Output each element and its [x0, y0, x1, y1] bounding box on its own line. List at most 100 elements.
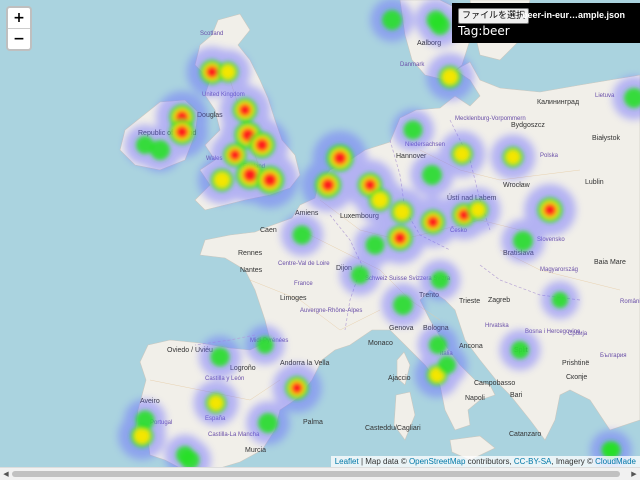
heat-ring-scotland-n [206, 66, 218, 78]
scrollbar-thumb[interactable] [12, 471, 620, 477]
heat-spot-dublin [169, 119, 195, 145]
heat-ring-milan [393, 295, 413, 315]
heat-spot-madrid [205, 392, 227, 414]
ccbysa-link[interactable]: CC-BY-SA [514, 457, 552, 466]
leaflet-link[interactable]: Leaflet [335, 457, 359, 466]
heat-ring-lyon [350, 265, 370, 285]
heat-spot-gothenburg [426, 10, 446, 30]
heat-spot-prague [420, 209, 446, 235]
heat-ring-vienna [470, 202, 486, 218]
heat-ring-dublin [175, 125, 189, 139]
heat-spot-vienna [467, 199, 489, 221]
heat-ring-lisbon [134, 428, 150, 444]
heat-ring-madrid [208, 395, 224, 411]
heat-ring-poznan [454, 146, 470, 162]
heat-ring-amsterdam [333, 151, 347, 165]
heat-ring-naples [437, 355, 457, 375]
heatmap-layer [118, 0, 640, 468]
heat-ring-nuremberg [394, 204, 410, 220]
heat-spot-norway [382, 10, 402, 30]
heat-spot-hamburg [403, 120, 423, 140]
heat-spot-leeds [248, 131, 276, 159]
heat-spot-barcelona [285, 376, 309, 400]
heat-ring-budapest [513, 231, 533, 251]
zoom-in-button[interactable]: + [8, 8, 30, 28]
horizontal-scrollbar[interactable]: ◀ ▶ [0, 467, 640, 480]
osm-link[interactable]: OpenStreetMap [409, 457, 465, 466]
heat-ring-bristol [229, 149, 241, 161]
zoom-control: + − [6, 6, 32, 51]
heat-spot-berlin [422, 165, 442, 185]
heat-spot-zurich [365, 235, 385, 255]
heat-spot-naples [437, 355, 457, 375]
heat-spot-london [256, 166, 284, 194]
heat-spot-lyon [350, 265, 370, 285]
heat-ring-cologne [364, 179, 376, 191]
scroll-right-icon[interactable]: ▶ [629, 470, 639, 478]
heat-spot-milan [393, 295, 413, 315]
heat-spot-bristol [223, 143, 247, 167]
heat-spot-ljubljana [430, 270, 450, 290]
heat-ring-gothenburg [426, 10, 446, 30]
cloudmade-link[interactable]: CloudMade [595, 457, 636, 466]
heat-spot-warsaw [502, 146, 524, 168]
heat-spot-bilbao [210, 347, 230, 367]
heat-ring-frankfurt [372, 192, 388, 208]
choose-file-button[interactable]: ファイルを選択 [458, 8, 530, 24]
heat-ring-bilbao [210, 347, 230, 367]
heat-ring-warsaw [505, 149, 521, 165]
heat-spot-cardiff [210, 168, 234, 192]
selected-file-name: beer-in-eur…ample.json [522, 10, 626, 20]
heat-ring-split-h [510, 340, 530, 360]
heat-spot-paris [292, 225, 312, 245]
heat-ring-norway [382, 10, 402, 30]
heat-ring-london [263, 173, 277, 187]
heat-ring-bordeaux [256, 336, 274, 354]
heat-spot-copenhagen [438, 65, 462, 89]
heat-ring-florence [428, 335, 448, 355]
attribution-text-3: , Imagery © [551, 457, 596, 466]
heat-ring-valencia [258, 413, 278, 433]
heat-spot-nuremberg [390, 200, 414, 224]
heat-spot-split-h [510, 340, 530, 360]
heat-ring-highlands [220, 64, 236, 80]
tag-label: Tag:beer [458, 24, 510, 38]
heat-spot-munich [387, 225, 413, 251]
heat-ring-berlin [422, 165, 442, 185]
heat-spot-florence [428, 335, 448, 355]
scroll-left-icon[interactable]: ◀ [1, 470, 11, 478]
heat-ring-barcelona [291, 382, 303, 394]
heat-ring-glasgow [239, 104, 251, 116]
attribution-text: | Map data © [358, 457, 409, 466]
heat-ring-copenhagen [442, 69, 458, 85]
heat-spot-valencia [258, 413, 278, 433]
heat-ring-krakow [543, 203, 557, 217]
heat-ring-cork [135, 135, 155, 155]
heat-ring-brussels [321, 178, 335, 192]
heat-spot-amsterdam [326, 144, 354, 172]
heat-spot-frankfurt [368, 188, 392, 212]
heat-ring-prague [427, 216, 439, 228]
heat-spot-poznan [451, 143, 473, 165]
heat-ring-hamburg [403, 120, 423, 140]
heat-spot-belgrade [551, 291, 569, 309]
map-view[interactable]: AalborgDouglasHannoverBydgoszczBiałystok… [0, 0, 640, 468]
heat-spot-gran-sw [175, 445, 195, 465]
heat-spot-porto [135, 410, 155, 430]
heat-ring-belgrade [551, 291, 569, 309]
zoom-out-button[interactable]: − [8, 28, 30, 49]
heat-spot-bordeaux [256, 336, 274, 354]
heat-ring-cardiff [214, 172, 230, 188]
heat-spot-glasgow [232, 97, 258, 123]
heat-spot-brussels [314, 171, 342, 199]
file-panel: ファイルを選択 beer-in-eur…ample.json Tag:beer [452, 3, 640, 43]
heat-ring-leeds [255, 138, 269, 152]
heat-ring-ljubljana [430, 270, 450, 290]
heat-ring-munich [393, 231, 407, 245]
heat-ring-porto [135, 410, 155, 430]
heat-spot-budapest [513, 231, 533, 251]
heat-spot-highlands [217, 61, 239, 83]
heat-ring-zurich [365, 235, 385, 255]
heat-spot-krakow [537, 197, 563, 223]
heat-ring-birmingham [243, 168, 257, 182]
